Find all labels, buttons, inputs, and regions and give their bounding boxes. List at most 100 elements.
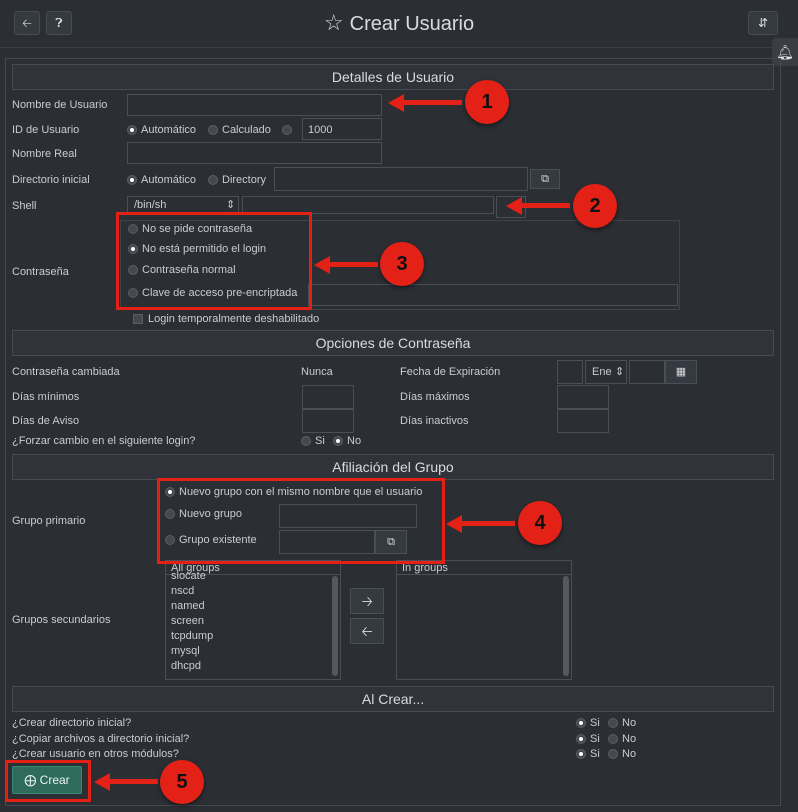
- uid-calc-radio[interactable]: [208, 125, 218, 135]
- list-item[interactable]: screen: [166, 614, 340, 629]
- create-home-yes-radio[interactable]: [576, 718, 586, 728]
- copy-icon: ⧉: [541, 173, 549, 185]
- uid-auto-label: Automático: [141, 124, 197, 136]
- expiry-month-value: Ene: [592, 366, 612, 378]
- force-no-label: No: [347, 435, 362, 447]
- force-yes-label: Si: [315, 435, 325, 447]
- annotation-badge-3: 3: [380, 242, 424, 286]
- arrow-left-icon: 🡠: [361, 623, 373, 639]
- uid-calc-label: Calculado: [222, 124, 271, 136]
- chevron-updown-icon: ⇕: [615, 366, 625, 378]
- annotation-arrowhead-2: [506, 197, 522, 215]
- homedir-picker-button[interactable]: ⧉: [530, 169, 560, 189]
- force-change-label: ¿Forzar cambio en el siguiente login?: [12, 435, 196, 447]
- chevron-updown-icon: ⇕: [226, 199, 236, 211]
- other-modules-yes-label: Si: [590, 748, 600, 760]
- homedir-dir-radio[interactable]: [208, 175, 218, 185]
- calendar-icon: ▦: [675, 366, 687, 378]
- annotation-box-3: [116, 212, 312, 310]
- username-input[interactable]: [127, 94, 382, 116]
- section-afiliacion-header: Afiliación del Grupo: [12, 454, 774, 480]
- annotation-arrow-3: [328, 262, 378, 267]
- other-modules-yes-radio[interactable]: [576, 749, 586, 759]
- warn-days-input[interactable]: [302, 409, 354, 433]
- expiry-day-input[interactable]: [557, 360, 583, 384]
- create-home-yes-label: Si: [590, 717, 600, 729]
- expiry-label: Fecha de Expiración: [400, 366, 501, 378]
- other-modules-no-radio[interactable]: [608, 749, 618, 759]
- other-modules-no-label: No: [622, 748, 637, 760]
- calendar-button[interactable]: ▦: [665, 360, 697, 384]
- realname-input[interactable]: [127, 142, 382, 164]
- homedir-auto-radio[interactable]: [127, 175, 137, 185]
- remove-group-button[interactable]: 🡠: [350, 618, 384, 644]
- create-home-no-label: No: [622, 717, 637, 729]
- create-home-no-radio[interactable]: [608, 718, 618, 728]
- filter-button[interactable]: ⇵: [748, 11, 778, 35]
- section-alcrear-header: Al Crear...: [12, 686, 774, 712]
- annotation-arrowhead-1: [388, 94, 404, 112]
- arrow-right-icon: 🡢: [361, 593, 373, 609]
- uid-value: 1000: [308, 124, 333, 136]
- login-disabled-checkbox[interactable]: [133, 314, 143, 324]
- copy-files-yes-radio[interactable]: [576, 734, 586, 744]
- login-disabled-label: Login temporalmente deshabilitado: [148, 313, 320, 325]
- list-item[interactable]: slocate: [166, 569, 340, 584]
- pw-encrypted-input[interactable]: [308, 284, 678, 306]
- max-days-input[interactable]: [557, 385, 609, 409]
- copy-files-no-radio[interactable]: [608, 734, 618, 744]
- annotation-arrowhead-4: [446, 515, 462, 533]
- all-groups-list[interactable]: All groups slocate nscd named screen tcp…: [165, 560, 341, 680]
- homedir-input[interactable]: [274, 167, 528, 191]
- homedir-auto-label: Automático: [141, 174, 197, 186]
- annotation-badge-1: 1: [465, 80, 509, 124]
- force-yes-radio[interactable]: [301, 436, 311, 446]
- add-group-button[interactable]: 🡢: [350, 588, 384, 614]
- shell-label: Shell: [12, 200, 37, 212]
- create-home-label: ¿Crear directorio inicial?: [12, 717, 132, 729]
- warn-days-label: Días de Aviso: [12, 415, 80, 427]
- min-days-input[interactable]: [302, 385, 354, 409]
- annotation-box-4: [157, 478, 445, 564]
- homedir-label: Directorio inicial: [12, 174, 90, 186]
- in-groups-list[interactable]: In groups: [396, 560, 572, 680]
- in-groups-scrollbar[interactable]: [563, 576, 569, 676]
- annotation-arrowhead-5: [94, 773, 110, 791]
- inactive-days-label: Días inactivos: [400, 415, 469, 427]
- list-item[interactable]: nscd: [166, 584, 340, 599]
- realname-label: Nombre Real: [12, 148, 77, 160]
- shell-value: /bin/sh: [134, 199, 167, 211]
- list-item[interactable]: named: [166, 599, 340, 614]
- primary-group-label: Grupo primario: [12, 515, 86, 527]
- annotation-arrow-1: [402, 100, 462, 105]
- star-icon[interactable]: ☆: [324, 10, 344, 35]
- uid-manual-radio[interactable]: [282, 125, 292, 135]
- expiry-year-input[interactable]: [629, 360, 665, 384]
- section-detalles-header: Detalles de Usuario: [12, 64, 774, 90]
- filter-icon: ⇵: [757, 16, 769, 30]
- inactive-days-input[interactable]: [557, 409, 609, 433]
- copy-files-yes-label: Si: [590, 733, 600, 745]
- page-title: ☆ Crear Usuario: [323, 10, 475, 35]
- list-item[interactable]: tcpdump: [166, 629, 340, 644]
- max-days-label: Días máximos: [400, 391, 470, 403]
- annotation-arrow-5: [108, 779, 158, 784]
- annotation-badge-2: 2: [573, 184, 617, 228]
- section-opciones-header: Opciones de Contraseña: [12, 330, 774, 356]
- uid-label: ID de Usuario: [12, 124, 80, 136]
- secondary-groups-label: Grupos secundarios: [12, 614, 111, 626]
- password-label: Contraseña: [12, 266, 69, 278]
- force-no-radio[interactable]: [333, 436, 343, 446]
- annotation-badge-5: 5: [160, 760, 204, 804]
- all-groups-scrollbar[interactable]: [332, 576, 338, 676]
- uid-auto-radio[interactable]: [127, 125, 137, 135]
- other-modules-label: ¿Crear usuario en otros módulos?: [12, 748, 179, 760]
- pw-changed-value: Nunca: [301, 366, 333, 378]
- list-item[interactable]: dhcpd: [166, 659, 340, 674]
- copy-files-no-label: No: [622, 733, 637, 745]
- min-days-label: Días mínimos: [12, 391, 80, 403]
- pw-changed-label: Contraseña cambiada: [12, 366, 120, 378]
- list-item[interactable]: mysql: [166, 644, 340, 659]
- top-bar: 🡠 ❓︎ ☆ Crear Usuario ⇵: [0, 0, 798, 48]
- annotation-arrowhead-3: [314, 256, 330, 274]
